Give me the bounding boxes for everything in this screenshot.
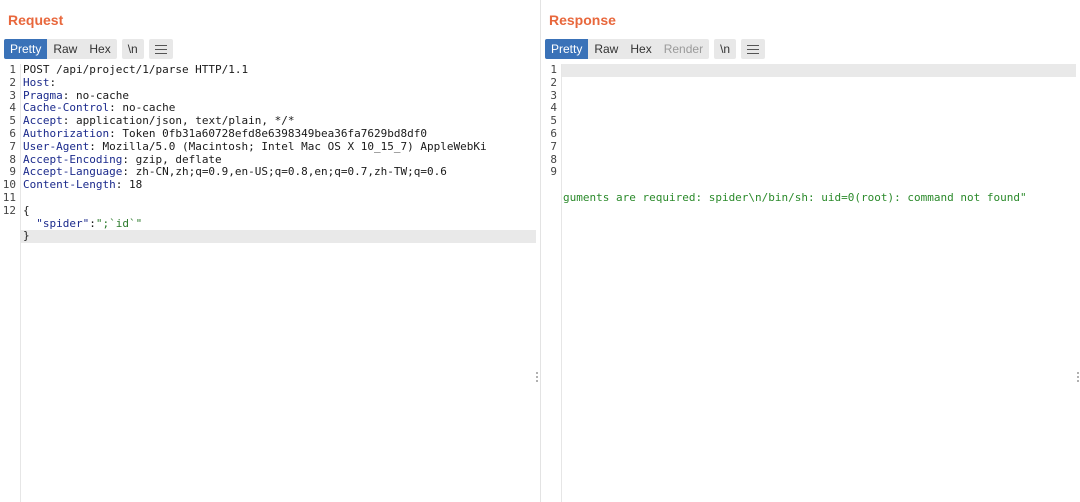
hamburger-menu-icon (747, 44, 760, 54)
header-name: Pragma (23, 88, 63, 102)
header-name: Cache-Control (23, 101, 110, 115)
header-value: : no-cache (62, 88, 129, 102)
request-menu-button[interactable] (148, 39, 173, 59)
line-number: 9 (550, 165, 557, 179)
header-value: : gzip, deflate (122, 152, 222, 166)
line-number: 1 (9, 63, 16, 76)
request-newline-toggle[interactable]: \n (121, 39, 144, 59)
line-number: 2 (9, 75, 16, 89)
request-editor[interactable]: 1 2 3 4 5 6 7 8 9 10 11 12 POST /api/pro… (0, 63, 540, 502)
request-view-tabs: Pretty Raw Hex (4, 39, 117, 59)
line-number: 6 (9, 126, 16, 140)
header-value: : application/json, text/plain, */* (62, 114, 295, 128)
line-number: 1 (550, 63, 557, 76)
header-value: : (49, 75, 57, 89)
response-output-text: guments are required: spider\n/bin/sh: u… (563, 192, 1027, 204)
header-value: : Token 0fb31a60728efd8e6398349bea36fa76… (109, 126, 427, 140)
line-number: 7 (550, 139, 557, 153)
request-start-line: POST /api/project/1/parse HTTP/1.1 (23, 64, 249, 76)
response-view-tabs: Pretty Raw Hex Render (545, 39, 710, 59)
response-toolbar: Pretty Raw Hex Render \n (545, 39, 766, 59)
header-name: Accept (23, 114, 63, 128)
request-line (21, 192, 536, 205)
line-number: 7 (9, 139, 16, 153)
line-number: 2 (550, 75, 557, 89)
response-menu-button[interactable] (741, 39, 766, 59)
request-pane: Request Pretty Raw Hex \n 1 2 3 4 5 6 7 … (0, 0, 540, 502)
response-newline-toggle[interactable]: \n (714, 39, 737, 59)
header-name: Content-Length (23, 178, 116, 192)
header-value: : no-cache (109, 101, 176, 115)
json-body-line: "spider":";`id`" (21, 216, 536, 231)
request-tab-raw[interactable]: Raw (47, 39, 83, 59)
response-line-gutter: 1 2 3 4 5 6 7 8 9 (541, 63, 562, 502)
response-tab-hex[interactable]: Hex (624, 39, 657, 59)
json-body-close: } (21, 230, 536, 244)
response-editor[interactable]: 1 2 3 4 5 6 7 8 9 guments are required: … (541, 63, 1080, 502)
request-title: Request (8, 12, 64, 28)
response-tab-render[interactable]: Render (658, 39, 709, 59)
request-line: POST /api/project/1/parse HTTP/1.1 (21, 64, 536, 77)
request-tab-pretty[interactable]: Pretty (4, 39, 48, 59)
header-value: : 18 (115, 178, 143, 192)
header-name: Accept-Language (23, 165, 123, 179)
json-colon: : (89, 216, 96, 230)
request-toolbar: Pretty Raw Hex \n (4, 39, 173, 59)
line-number: 11 (2, 190, 16, 204)
response-pane: Response Pretty Raw Hex Render \n 1 2 3 … (541, 0, 1080, 502)
resize-handle-icon[interactable] (536, 372, 539, 384)
request-line-gutter: 1 2 3 4 5 6 7 8 9 10 11 12 (0, 63, 21, 502)
response-tab-raw[interactable]: Raw (588, 39, 624, 59)
response-line-highlight (562, 64, 1076, 77)
json-key: "spider" (36, 216, 90, 230)
header-name: Accept-Encoding (23, 152, 123, 166)
response-code (562, 64, 1076, 77)
line-number: 6 (550, 126, 557, 140)
request-code: POST /api/project/1/parse HTTP/1.1 Host:… (21, 64, 536, 244)
request-line: Content-Length: 18 (21, 178, 536, 192)
header-name: Host (23, 75, 50, 89)
header-name: User-Agent (23, 139, 90, 153)
json-value: ";`id`" (95, 216, 143, 230)
response-tab-pretty[interactable]: Pretty (545, 39, 589, 59)
request-tab-hex[interactable]: Hex (83, 39, 116, 59)
hamburger-menu-icon (154, 44, 167, 54)
header-value: : Mozilla/5.0 (Macintosh; Intel Mac OS X… (89, 139, 487, 153)
response-title: Response (549, 12, 616, 28)
header-name: Authorization (23, 126, 110, 140)
header-value: : zh-CN,zh;q=0.9,en-US;q=0.8,en;q=0.7,zh… (122, 165, 447, 179)
line-number: 12 (2, 203, 16, 217)
